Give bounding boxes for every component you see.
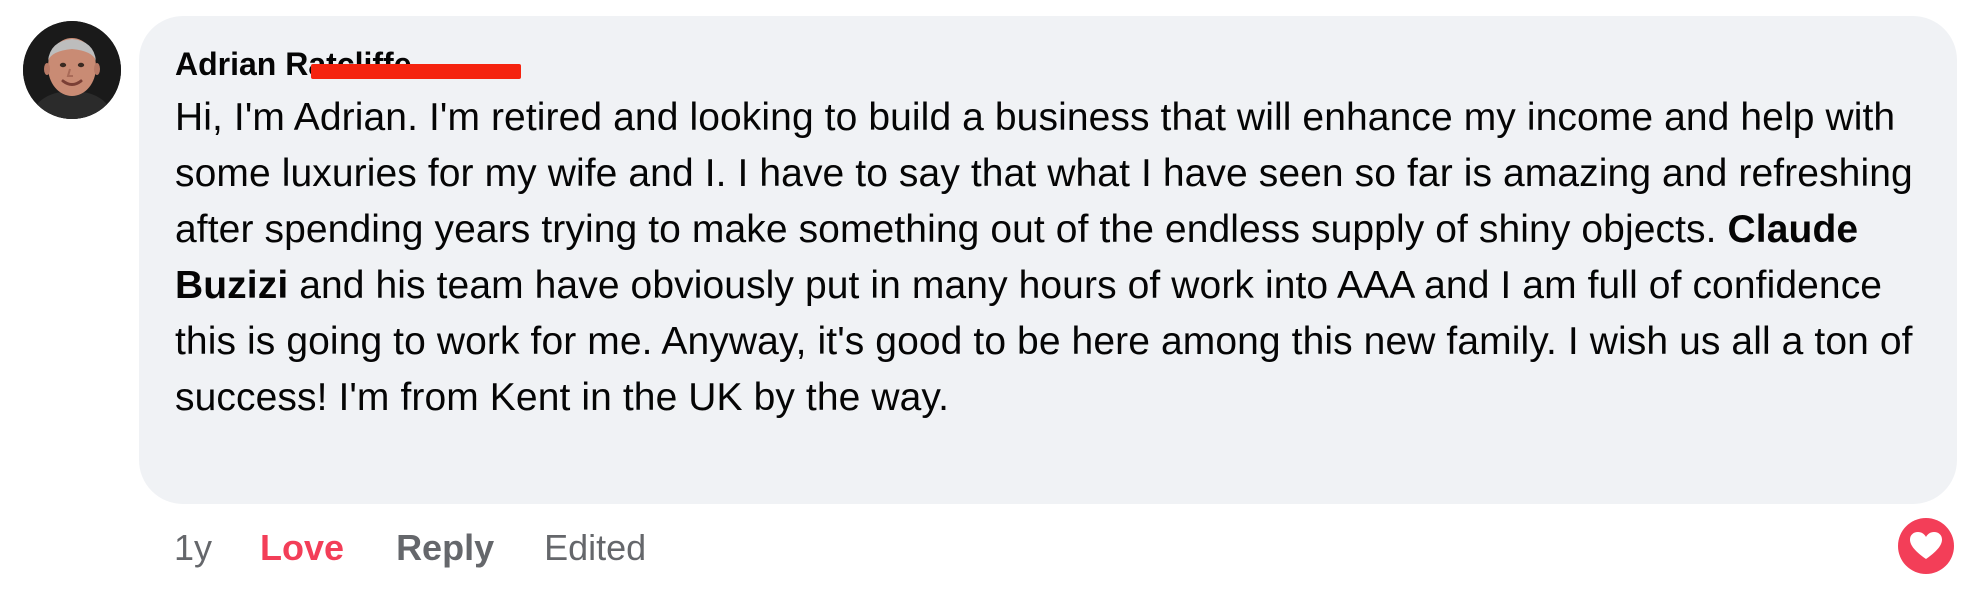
comment-screen: Adrian Ratcliffe Hi, I'm Adrian. I'm ret… [0,0,1978,592]
redaction-mark [311,64,521,79]
comment-text-end: and his team have obviously put in many … [175,264,1913,419]
heart-icon [1910,532,1942,559]
reply-button[interactable]: Reply [396,527,494,569]
avatar[interactable] [23,21,121,119]
edited-label[interactable]: Edited [544,527,646,569]
comment-bubble: Adrian Ratcliffe Hi, I'm Adrian. I'm ret… [139,16,1957,504]
profile-photo-icon [23,21,121,119]
comment-text: Hi, I'm Adrian. I'm retired and looking … [175,90,1921,426]
comment-text-start: Hi, I'm Adrian. I'm retired and looking … [175,96,1913,251]
author-row: Adrian Ratcliffe [175,42,1921,86]
comment-actions: 1y Love Reply Edited [174,524,646,572]
reaction-badge[interactable] [1898,518,1954,574]
timestamp[interactable]: 1y [174,527,212,569]
love-button[interactable]: Love [260,527,344,569]
